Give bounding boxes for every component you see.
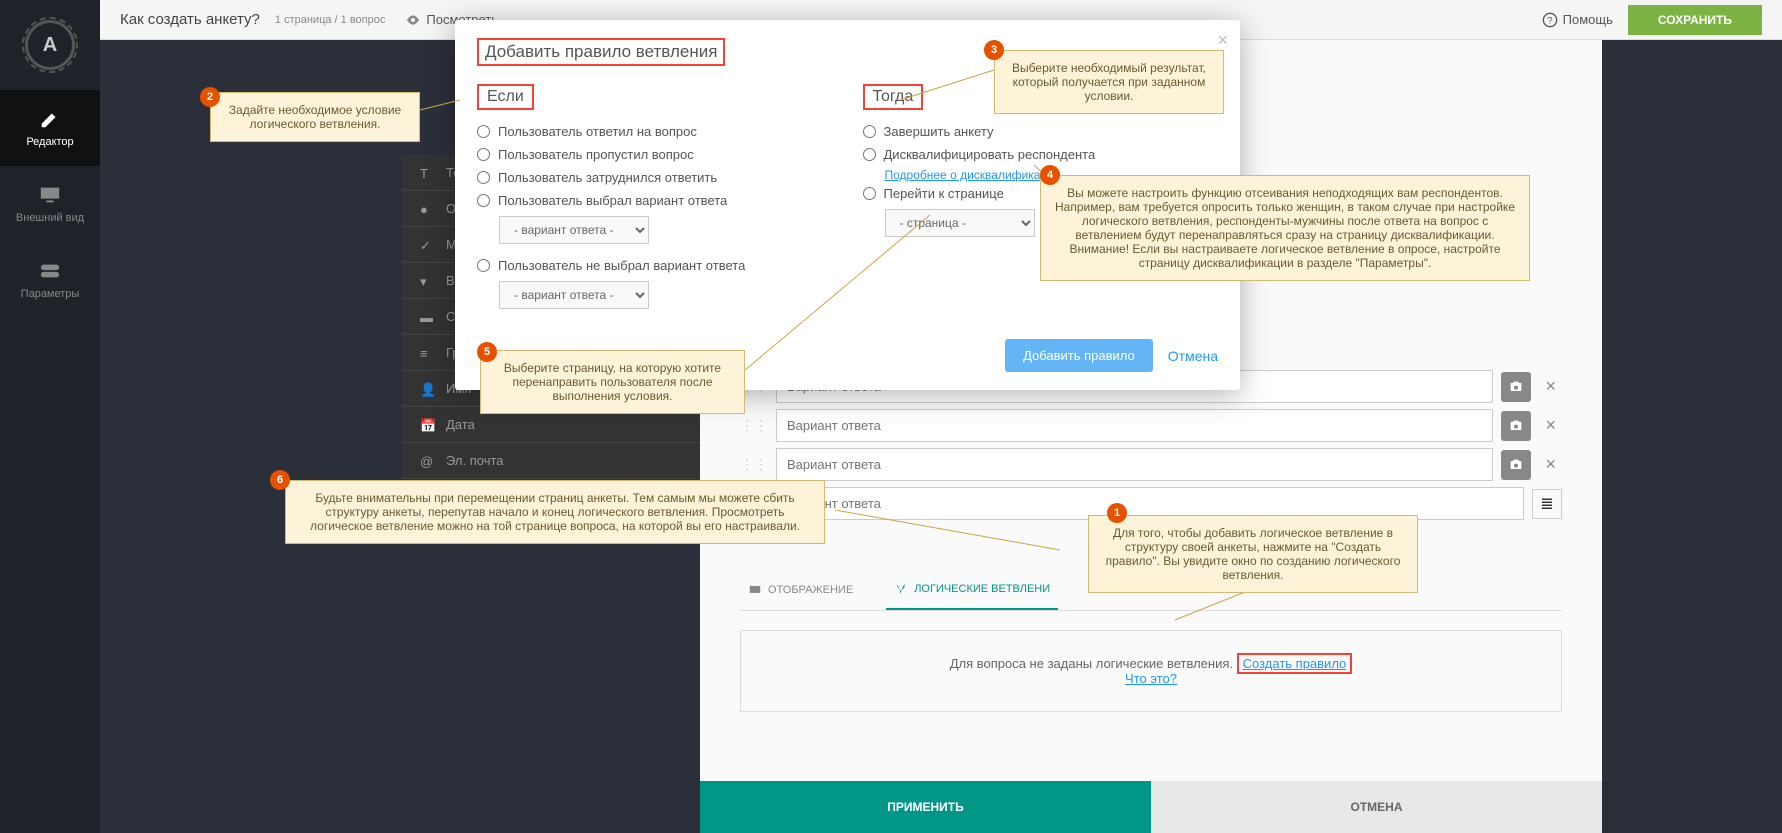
sidebar: A Редактор Внешний вид Параметры: [0, 0, 100, 833]
camera-icon[interactable]: [1501, 372, 1531, 402]
toggle-icon: [39, 260, 61, 282]
drag-handle-icon[interactable]: ⋮⋮: [740, 417, 768, 434]
delete-icon[interactable]: ×: [1539, 415, 1562, 436]
branching-empty-box: Для вопроса не заданы логические ветвлен…: [740, 630, 1562, 712]
then-opt[interactable]: Дисквалифицировать респондента: [863, 143, 1219, 166]
if-column: Если Пользователь ответил на вопрос Поль…: [477, 84, 833, 309]
annotation-badge-6: 6: [270, 470, 290, 490]
annotation-5: Выберите страницу, на которую хотите пер…: [480, 350, 745, 414]
annotation-badge-2: 2: [200, 87, 220, 107]
answer-row: ⋮⋮ ×: [740, 409, 1562, 442]
annotation-6: Будьте внимательны при перемещении стран…: [285, 480, 825, 544]
modal-cancel-button[interactable]: Отмена: [1168, 348, 1218, 364]
svg-text:?: ?: [1547, 15, 1552, 25]
help-icon: ?: [1542, 12, 1558, 28]
sidebar-item-params[interactable]: Параметры: [0, 242, 100, 318]
close-icon[interactable]: ×: [1217, 30, 1228, 51]
logo: A: [25, 20, 75, 70]
branch-text: Для вопроса не заданы логические ветвлен…: [950, 656, 1233, 671]
create-rule-link[interactable]: Создать правило: [1237, 653, 1353, 674]
answer-row: ⋮⋮ ×: [740, 448, 1562, 481]
then-heading: Тогда: [863, 84, 924, 110]
tab-branching[interactable]: ЛОГИЧЕСКИЕ ВЕТВЛЕНИ: [886, 570, 1058, 610]
then-opt[interactable]: Завершить анкету: [863, 120, 1219, 143]
page-title: Как создать анкету?: [120, 11, 260, 28]
sidebar-label: Параметры: [21, 288, 80, 300]
what-is-link[interactable]: Что это?: [1125, 671, 1177, 686]
delete-icon[interactable]: ×: [1539, 454, 1562, 475]
save-button[interactable]: СОХРАНИТЬ: [1628, 5, 1762, 35]
sidebar-item-editor[interactable]: Редактор: [0, 90, 100, 166]
sidebar-label: Внешний вид: [16, 212, 84, 224]
annotation-4: Вы можете настроить функцию отсеивания н…: [1040, 175, 1530, 281]
display-icon: [748, 583, 762, 597]
answer-select[interactable]: - вариант ответа -: [499, 281, 649, 309]
annotation-2: Задайте необходимое условие логического …: [210, 92, 420, 142]
edit-icon: [39, 108, 61, 130]
list-icon[interactable]: ≣: [1532, 489, 1562, 519]
delete-icon[interactable]: ×: [1539, 376, 1562, 397]
annotation-3: Выберите необходимый результат, который …: [994, 50, 1224, 114]
answer-input[interactable]: [776, 409, 1493, 442]
answer-input[interactable]: [776, 448, 1493, 481]
camera-icon[interactable]: [1501, 411, 1531, 441]
qtype-item[interactable]: @Эл. почта: [402, 443, 702, 479]
annotation-badge-4: 4: [1040, 165, 1060, 185]
answer-list: ⋮⋮ × ⋮⋮ × ⋮⋮ × ⋮⋮ ≣: [740, 370, 1562, 526]
camera-icon[interactable]: [1501, 450, 1531, 480]
if-opt[interactable]: Пользователь не выбрал вариант ответа: [477, 254, 833, 277]
tab-display[interactable]: ОТОБРАЖЕНИЕ: [740, 570, 861, 610]
eye-icon: [405, 12, 421, 28]
sidebar-item-appearance[interactable]: Внешний вид: [0, 166, 100, 242]
help-link[interactable]: ? Помощь: [1542, 12, 1613, 28]
if-opt[interactable]: Пользователь выбрал вариант ответа: [477, 189, 833, 212]
annotation-1: Для того, чтобы добавить логическое ветв…: [1088, 515, 1418, 593]
annotation-badge-5: 5: [477, 342, 497, 362]
cancel-button[interactable]: ОТМЕНА: [1151, 781, 1602, 833]
answer-select[interactable]: - вариант ответа -: [499, 216, 649, 244]
annotation-badge-1: 1: [1107, 503, 1127, 523]
branch-icon: [894, 582, 908, 596]
apply-button[interactable]: ПРИМЕНИТЬ: [700, 781, 1151, 833]
monitor-icon: [39, 184, 61, 206]
if-opt[interactable]: Пользователь пропустил вопрос: [477, 143, 833, 166]
if-opt[interactable]: Пользователь ответил на вопрос: [477, 120, 833, 143]
if-heading: Если: [477, 84, 534, 110]
add-rule-button[interactable]: Добавить правило: [1005, 339, 1153, 372]
annotation-badge-3: 3: [984, 40, 1004, 60]
modal-title: Добавить правило ветвления: [477, 38, 725, 66]
page-select[interactable]: - страница -: [885, 209, 1035, 237]
drag-handle-icon[interactable]: ⋮⋮: [740, 456, 768, 473]
sidebar-label: Редактор: [26, 136, 73, 148]
action-bar: ПРИМЕНИТЬ ОТМЕНА: [700, 781, 1602, 833]
if-opt[interactable]: Пользователь затруднился ответить: [477, 166, 833, 189]
page-sub: 1 страница / 1 вопрос: [275, 14, 385, 26]
